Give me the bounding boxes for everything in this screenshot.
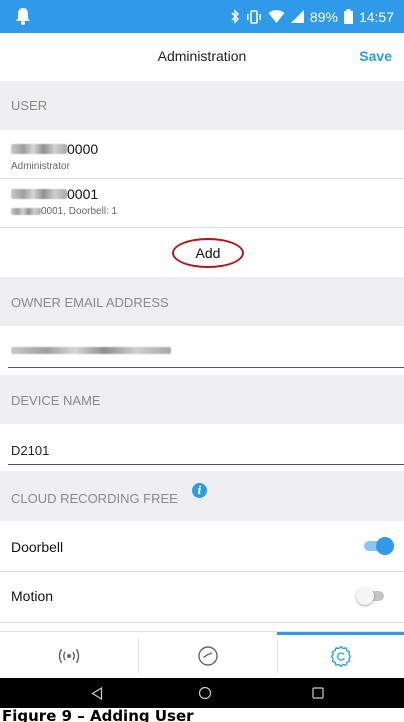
system-navigation-bar xyxy=(0,678,404,708)
user-name: 0001 xyxy=(67,186,99,202)
add-user-button[interactable]: Add xyxy=(172,238,244,268)
cell-signal-icon xyxy=(290,10,304,23)
home-icon xyxy=(198,686,212,700)
screen: 89% 14:57 Administration Save USER 0000 … xyxy=(0,0,404,722)
user-section-header: USER xyxy=(0,81,404,130)
owner-email-section-title: OWNER EMAIL ADDRESS xyxy=(11,295,169,310)
history-clock-icon xyxy=(198,645,218,666)
user-list-item[interactable]: 0001 0001, Doorbell: 1 xyxy=(0,179,404,227)
divider xyxy=(0,227,404,228)
save-button[interactable]: Save xyxy=(359,48,392,64)
toggle-knob xyxy=(356,587,374,605)
recents-icon xyxy=(312,687,324,699)
doorbell-toggle[interactable] xyxy=(362,537,394,555)
toggle-knob xyxy=(376,537,394,555)
recents-button[interactable] xyxy=(291,678,345,708)
back-icon xyxy=(91,686,103,700)
user-section-title: USER xyxy=(11,98,48,113)
doorbell-label: Doorbell xyxy=(11,539,64,555)
wifi-icon xyxy=(268,9,285,23)
page-title: Administration xyxy=(157,48,247,64)
motion-label: Motion xyxy=(11,588,54,604)
tab-settings[interactable] xyxy=(278,632,404,679)
owner-email-underline xyxy=(8,367,404,368)
motion-toggle-row: Motion xyxy=(0,572,404,622)
back-button[interactable] xyxy=(70,678,124,708)
divider xyxy=(0,622,404,623)
doorbell-toggle-row: Doorbell xyxy=(0,521,404,571)
battery-percent: 89% xyxy=(309,8,338,25)
user-role: Administrator xyxy=(11,161,70,172)
user-detail: 0001, Doorbell: 1 xyxy=(41,206,118,217)
settings-gear-icon xyxy=(330,645,352,667)
redacted-username xyxy=(11,144,67,154)
bluetooth-icon xyxy=(231,9,239,24)
battery-icon xyxy=(343,9,353,24)
status-time: 14:57 xyxy=(358,8,394,25)
cloud-recording-section-title: CLOUD RECORDING FREE xyxy=(11,491,178,506)
user-list-item[interactable]: 0000 Administrator xyxy=(0,130,404,178)
notification-bell-icon xyxy=(16,8,30,25)
bottom-tab-bar xyxy=(0,631,404,679)
redacted-user-detail xyxy=(11,208,41,215)
figure-caption: Figure 9 – Adding User xyxy=(2,707,194,722)
device-name-section-header: DEVICE NAME xyxy=(0,375,404,424)
owner-email-section-header: OWNER EMAIL ADDRESS xyxy=(0,277,404,326)
motion-toggle[interactable] xyxy=(356,587,388,605)
info-icon[interactable]: i xyxy=(192,483,207,498)
tab-live[interactable] xyxy=(0,632,138,679)
home-button[interactable] xyxy=(178,678,232,708)
owner-email-field[interactable] xyxy=(0,326,404,368)
tab-history[interactable] xyxy=(139,632,277,679)
redacted-email xyxy=(11,347,171,354)
app-header: Administration Save xyxy=(0,33,404,81)
device-name-underline xyxy=(8,464,404,465)
live-broadcast-icon xyxy=(58,648,80,663)
device-name-value: D2101 xyxy=(11,443,50,458)
device-name-section-title: DEVICE NAME xyxy=(11,393,101,408)
vibrate-icon xyxy=(246,9,261,24)
user-name: 0000 xyxy=(67,141,99,157)
status-bar: 89% 14:57 xyxy=(0,0,404,33)
redacted-username xyxy=(11,189,67,199)
device-name-field[interactable]: D2101 xyxy=(0,424,404,465)
